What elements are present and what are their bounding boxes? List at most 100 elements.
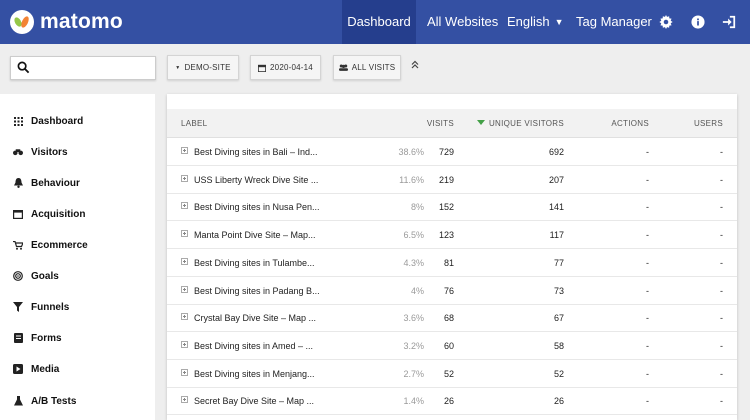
report-panel: LABEL VISITS UNIQUE VISITORS ACTIONS USE… bbox=[167, 94, 737, 420]
expand-icon[interactable] bbox=[181, 368, 188, 376]
site-selector[interactable]: ▼ DEMO-SITE bbox=[167, 55, 239, 80]
expand-icon[interactable] bbox=[181, 147, 188, 154]
row-users: - bbox=[720, 285, 723, 296]
sidebar-item-acquisition[interactable]: Acquisition bbox=[0, 202, 155, 226]
table-row[interactable]: Best Diving sites in Menjang... 2.7% 52 52 -… bbox=[167, 360, 737, 388]
bell-icon bbox=[13, 178, 23, 188]
table-row[interactable]: Best Diving sites in Padang B... 4% 76 73 - - bbox=[167, 277, 737, 305]
row-visits-percent: 11.6% bbox=[399, 174, 424, 185]
users-icon bbox=[338, 64, 348, 71]
row-label: Best Diving sites in Menjang... bbox=[194, 368, 315, 379]
row-visits-percent: 1.4% bbox=[403, 396, 424, 407]
funnel-icon bbox=[13, 302, 23, 312]
segment-selector[interactable]: ALL VISITS bbox=[333, 55, 401, 80]
sidebar-item-label: Behaviour bbox=[31, 177, 80, 189]
sidebar-item-label: Goals bbox=[31, 270, 59, 282]
caret-down-icon: ▼ bbox=[175, 64, 181, 71]
sidebar-item-ab-tests[interactable]: A/B Tests bbox=[0, 389, 155, 413]
calendar-icon bbox=[258, 64, 267, 72]
info-icon[interactable] bbox=[689, 13, 707, 31]
row-unique-visitors: 207 bbox=[548, 174, 564, 185]
row-label: Best Diving sites in Nusa Pen... bbox=[194, 202, 320, 213]
target-icon bbox=[13, 271, 23, 281]
sidebar-item-label: A/B Tests bbox=[31, 395, 77, 407]
sign-out-icon[interactable] bbox=[720, 13, 738, 31]
row-users: - bbox=[720, 147, 723, 157]
row-actions: - bbox=[646, 147, 649, 157]
matomo-logo[interactable]: matomo bbox=[10, 9, 123, 35]
column-header-label[interactable]: LABEL bbox=[181, 119, 207, 128]
row-users: - bbox=[720, 368, 723, 379]
expand-icon[interactable] bbox=[181, 313, 188, 321]
table-header: LABEL VISITS UNIQUE VISITORS ACTIONS USE… bbox=[167, 109, 737, 138]
row-visits: 729 bbox=[438, 147, 454, 157]
table-row[interactable]: Best Diving sites in Amed – ... 3.2% 60 58 -… bbox=[167, 332, 737, 360]
sidebar-item-funnels[interactable]: Funnels bbox=[0, 295, 155, 319]
search-input[interactable] bbox=[35, 59, 151, 77]
row-users: - bbox=[720, 202, 723, 213]
expand-icon[interactable] bbox=[181, 340, 188, 348]
nav-all-websites[interactable]: All Websites bbox=[427, 0, 498, 44]
sidebar-item-ecommerce[interactable]: Ecommerce bbox=[0, 233, 155, 257]
row-unique-visitors: 26 bbox=[553, 396, 564, 407]
row-visits-percent: 38.6% bbox=[398, 147, 424, 157]
sidebar-item-forms[interactable]: Forms bbox=[0, 326, 155, 350]
row-users: - bbox=[720, 340, 723, 351]
media-icon bbox=[13, 364, 23, 374]
row-visits-percent: 3.2% bbox=[403, 340, 424, 351]
row-actions: - bbox=[646, 174, 649, 185]
sidebar-item-goals[interactable]: Goals bbox=[0, 264, 155, 288]
expand-icon[interactable] bbox=[181, 285, 188, 293]
sidebar-item-behaviour[interactable]: Behaviour bbox=[0, 171, 155, 195]
gear-icon[interactable] bbox=[657, 13, 675, 31]
table-row[interactable]: Crystal Bay Dive Site – Map ... 3.6% 68 67 -… bbox=[167, 304, 737, 333]
column-header-users[interactable]: USERS bbox=[694, 119, 723, 128]
row-visits-percent: 4.3% bbox=[403, 257, 424, 268]
search-box[interactable] bbox=[10, 56, 156, 80]
flask-icon bbox=[13, 396, 23, 406]
row-actions: - bbox=[646, 396, 649, 407]
nav-dashboard[interactable]: Dashboard bbox=[342, 0, 416, 44]
table-row[interactable]: Best Diving sites in Tulambe... 4.3% 81 77 -… bbox=[167, 249, 737, 277]
row-visits: 76 bbox=[443, 285, 454, 296]
table-row[interactable]: Manta Point Dive Site – Map... 6.5% 123 117… bbox=[167, 221, 737, 250]
date-selector[interactable]: 2020-04-14 bbox=[250, 55, 321, 80]
nav-language-dropdown[interactable]: English ▼ bbox=[507, 0, 564, 44]
table-row[interactable]: Best Diving sites in Bali – Ind... 38.6% 7… bbox=[167, 138, 737, 166]
column-header-visits[interactable]: VISITS bbox=[427, 119, 454, 128]
sidebar-item-label: Ecommerce bbox=[31, 239, 88, 251]
segment-label: ALL VISITS bbox=[351, 63, 396, 72]
column-header-unique-visitors[interactable]: UNIQUE VISITORS bbox=[476, 119, 564, 128]
date-label: 2020-04-14 bbox=[270, 63, 313, 72]
table-row[interactable]: Secret Bay Dive Site – Map ... 1.4% 26 26 - - bbox=[167, 387, 737, 416]
row-actions: - bbox=[646, 202, 649, 213]
row-users: - bbox=[720, 257, 723, 268]
sidebar-item-media[interactable]: Media bbox=[0, 357, 155, 381]
expand-icon[interactable] bbox=[181, 396, 188, 404]
table-row[interactable]: USS Liberty Wreck Dive Site ... 11.6% 219 2… bbox=[167, 166, 737, 194]
sort-desc-icon bbox=[476, 120, 485, 125]
expand-icon[interactable] bbox=[181, 174, 188, 182]
row-visits-percent: 2.7% bbox=[403, 368, 424, 379]
table-row[interactable]: Best Diving sites in Nusa Pen... 8% 152 141… bbox=[167, 193, 737, 222]
row-actions: - bbox=[646, 285, 649, 296]
expand-icon[interactable] bbox=[181, 202, 188, 210]
grid-icon bbox=[13, 116, 23, 126]
collapse-icon[interactable] bbox=[411, 60, 419, 72]
sidebar-item-visitors[interactable]: Visitors bbox=[0, 140, 155, 164]
column-header-actions[interactable]: ACTIONS bbox=[611, 119, 649, 128]
sidebar-item-label: Funnels bbox=[31, 301, 70, 313]
expand-icon[interactable] bbox=[181, 230, 188, 238]
row-visits: 219 bbox=[438, 174, 454, 185]
form-icon bbox=[13, 333, 23, 343]
expand-icon[interactable] bbox=[181, 257, 188, 265]
binoculars-icon bbox=[13, 147, 23, 157]
site-label: DEMO-SITE bbox=[184, 63, 231, 72]
row-visits-percent: 6.5% bbox=[403, 230, 424, 241]
row-label: Crystal Bay Dive Site – Map ... bbox=[194, 313, 317, 324]
sidebar-item-label: Forms bbox=[31, 332, 62, 344]
row-unique-visitors: 67 bbox=[553, 313, 564, 324]
sidebar-item-dashboard[interactable]: Dashboard bbox=[0, 109, 155, 133]
nav-tag-manager[interactable]: Tag Manager bbox=[576, 0, 652, 44]
row-label: Best Diving sites in Amed – ... bbox=[194, 340, 314, 351]
